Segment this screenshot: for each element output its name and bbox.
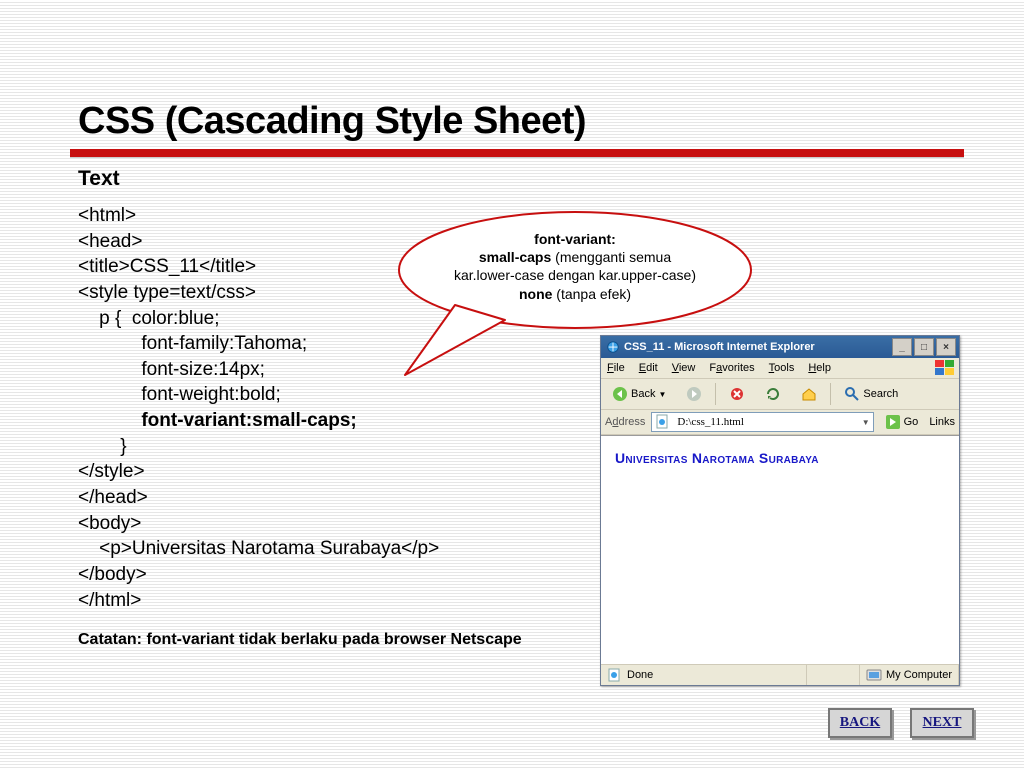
go-icon bbox=[885, 414, 901, 430]
menu-tools[interactable]: Tools bbox=[769, 362, 795, 374]
windows-flag-icon bbox=[935, 360, 955, 376]
chevron-down-icon[interactable]: ▼ bbox=[862, 418, 870, 427]
menu-help[interactable]: Help bbox=[808, 362, 831, 374]
go-label: Go bbox=[904, 416, 919, 428]
done-icon bbox=[607, 667, 623, 683]
speech-bubble: font-variant: small-caps (mengganti semu… bbox=[395, 210, 755, 340]
ie-title-text: CSS_11 - Microsoft Internet Explorer bbox=[624, 341, 890, 353]
ie-toolbar: Back ▼ Search bbox=[601, 379, 959, 410]
page-title: CSS (Cascading Style Sheet) bbox=[78, 100, 964, 143]
address-box[interactable]: ▼ bbox=[651, 412, 873, 432]
title-rule bbox=[70, 149, 964, 157]
close-button[interactable]: × bbox=[936, 338, 956, 356]
separator bbox=[715, 383, 716, 405]
page-paragraph: Universitas Narotama Surabaya bbox=[615, 450, 945, 466]
next-nav-button[interactable]: NEXT bbox=[910, 708, 974, 738]
ie-titlebar: CSS_11 - Microsoft Internet Explorer _ □… bbox=[601, 336, 959, 358]
section-subhead: Text bbox=[78, 167, 964, 191]
back-button[interactable]: Back ▼ bbox=[605, 381, 673, 407]
maximize-button[interactable]: □ bbox=[914, 338, 934, 356]
links-label[interactable]: Links bbox=[929, 416, 955, 428]
stop-button[interactable] bbox=[722, 381, 752, 407]
back-icon bbox=[612, 386, 628, 402]
menu-edit[interactable]: Edit bbox=[639, 362, 658, 374]
menu-view[interactable]: View bbox=[672, 362, 696, 374]
ie-logo-icon bbox=[606, 340, 620, 354]
forward-button[interactable] bbox=[679, 381, 709, 407]
bubble-line4-rest: (tanpa efek) bbox=[552, 286, 631, 302]
bubble-line2-rest: (mengganti semua bbox=[551, 249, 671, 265]
forward-icon bbox=[686, 386, 702, 402]
home-icon bbox=[801, 386, 817, 402]
menu-fav[interactable]: Favorites bbox=[709, 362, 754, 374]
ie-address-bar: Address ▼ Go Links bbox=[601, 410, 959, 435]
chevron-down-icon: ▼ bbox=[658, 390, 666, 399]
ie-statusbar: Done My Computer bbox=[601, 664, 959, 685]
search-label: Search bbox=[863, 388, 898, 400]
ie-menubar: File Edit View Favorites Tools Help bbox=[601, 358, 959, 379]
go-button[interactable]: Go bbox=[880, 409, 924, 435]
back-label: Back bbox=[631, 388, 655, 400]
refresh-icon bbox=[765, 386, 781, 402]
file-icon bbox=[655, 414, 671, 430]
address-input[interactable] bbox=[675, 415, 857, 429]
search-icon bbox=[844, 386, 860, 402]
back-nav-button[interactable]: BACK bbox=[828, 708, 892, 738]
home-button[interactable] bbox=[794, 381, 824, 407]
bubble-line2-bold: small-caps bbox=[479, 249, 551, 265]
menu-file[interactable]: File bbox=[607, 362, 625, 374]
separator bbox=[830, 383, 831, 405]
minimize-button[interactable]: _ bbox=[892, 338, 912, 356]
zone-icon bbox=[866, 667, 882, 683]
ie-window: CSS_11 - Microsoft Internet Explorer _ □… bbox=[600, 335, 960, 686]
status-zone: My Computer bbox=[886, 669, 952, 681]
bubble-line1: font-variant: bbox=[534, 231, 616, 247]
stop-icon bbox=[729, 386, 745, 402]
status-done: Done bbox=[627, 669, 653, 681]
bubble-line4-bold: none bbox=[519, 286, 552, 302]
search-button[interactable]: Search bbox=[837, 381, 905, 407]
bubble-line3: kar.lower-case dengan kar.upper-case) bbox=[454, 267, 696, 283]
ie-page: Universitas Narotama Surabaya bbox=[601, 435, 959, 664]
address-label: Address bbox=[605, 416, 645, 428]
refresh-button[interactable] bbox=[758, 381, 788, 407]
